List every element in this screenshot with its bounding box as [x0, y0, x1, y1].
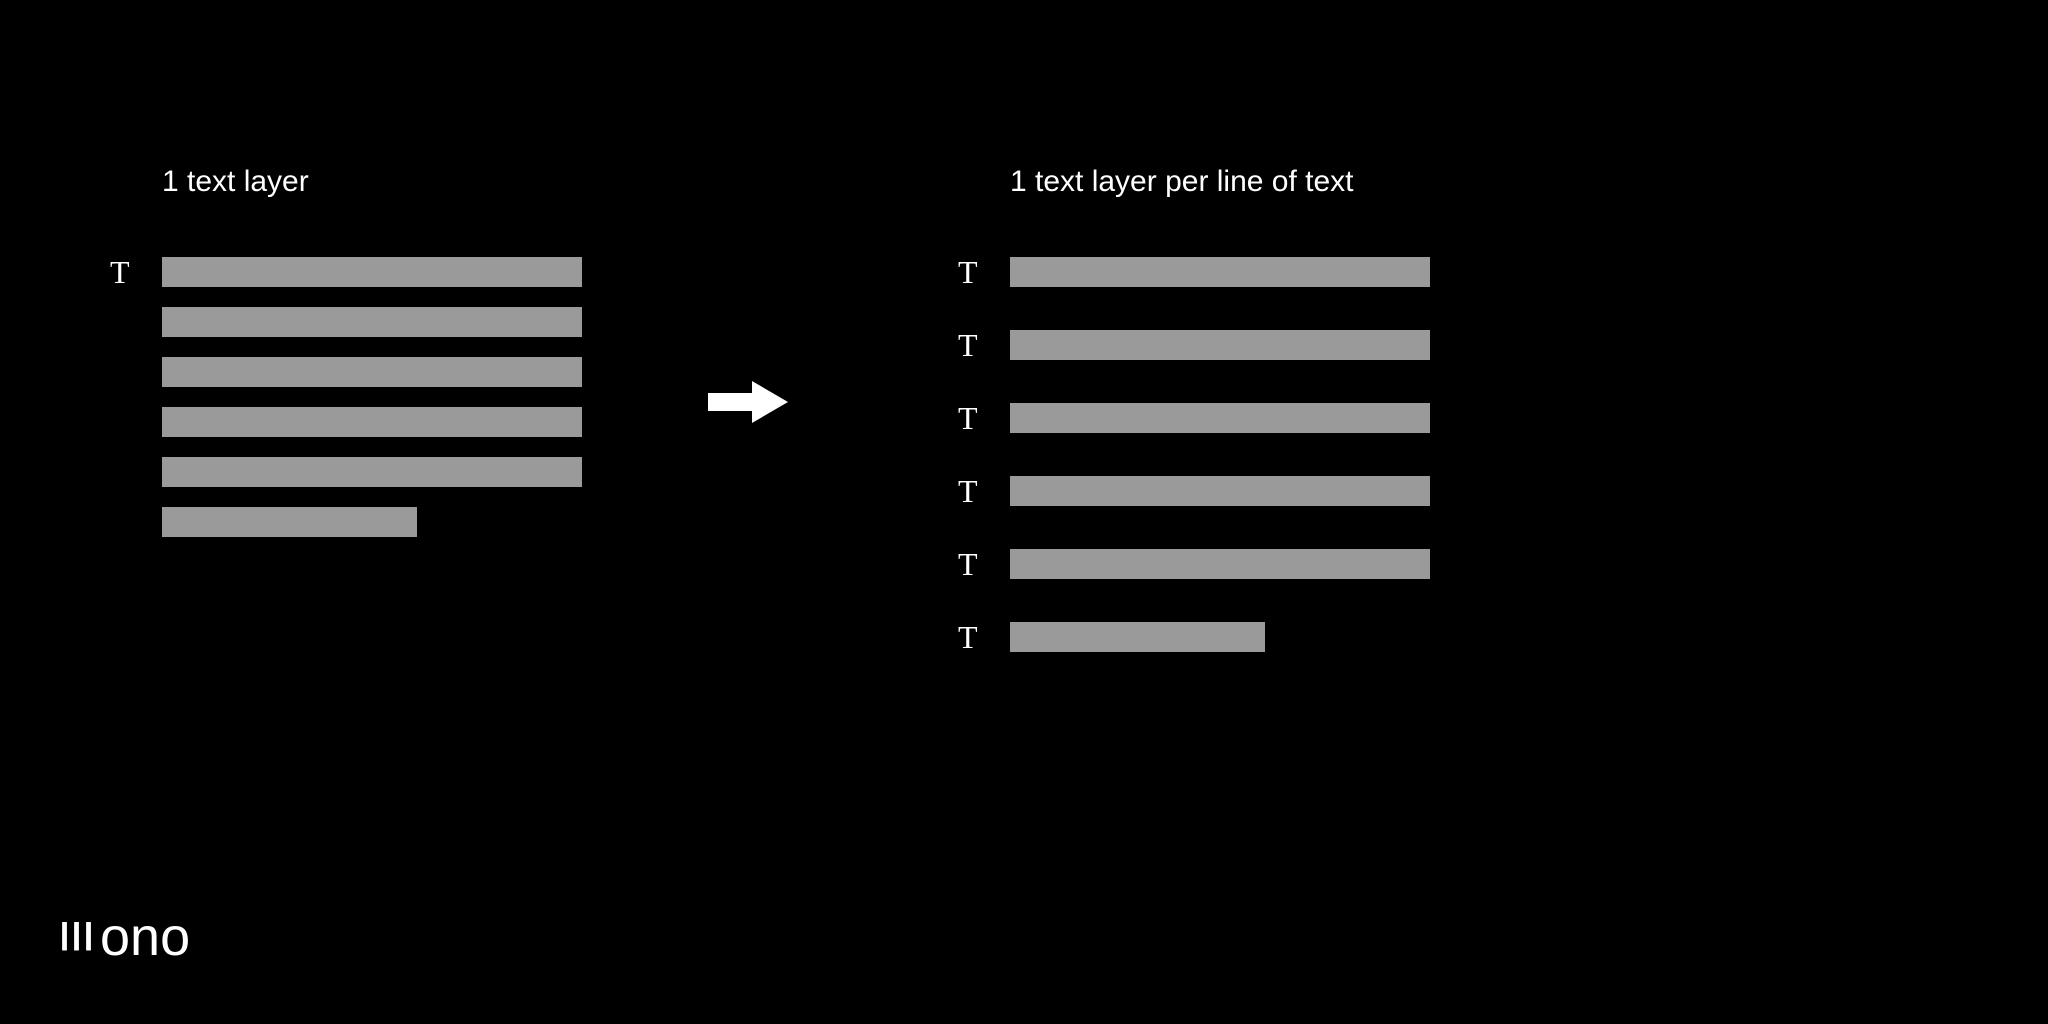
text-line-bar: [1010, 330, 1430, 360]
layer-row: T: [958, 403, 1430, 433]
text-line-bar: [1010, 476, 1430, 506]
logo-text: ono: [100, 907, 190, 967]
text-layer-icon: T: [958, 402, 1010, 434]
text-line-bar: [1010, 549, 1430, 579]
layer-row: T: [110, 357, 582, 387]
text-line-bar: [162, 457, 582, 487]
text-line-bar: [1010, 257, 1430, 287]
text-line-bar: [1010, 403, 1430, 433]
layer-row: T: [958, 257, 1430, 287]
layer-row: T: [958, 622, 1430, 652]
layer-row: T: [110, 507, 582, 537]
layer-row: T: [110, 257, 582, 287]
text-line-bar: [162, 257, 582, 287]
layer-row: T: [110, 307, 582, 337]
text-line-bar: [162, 357, 582, 387]
text-line-bar: [1010, 622, 1265, 652]
text-layer-icon: T: [958, 329, 1010, 361]
layer-row: T: [110, 407, 582, 437]
panel-before-title: 1 text layer: [162, 165, 309, 199]
logo-glyph-icon: ııı: [60, 909, 96, 971]
text-line-bar: [162, 307, 582, 337]
text-layer-icon: T: [958, 256, 1010, 288]
panel-after-title: 1 text layer per line of text: [1010, 165, 1354, 199]
layer-row: T: [958, 549, 1430, 579]
text-line-bar: [162, 407, 582, 437]
text-layer-icon: T: [958, 475, 1010, 507]
layer-row: T: [958, 476, 1430, 506]
text-line-bar: [162, 507, 417, 537]
text-layer-icon: T: [958, 548, 1010, 580]
layer-row: T: [958, 330, 1430, 360]
text-layer-icon: T: [958, 621, 1010, 653]
panel-before-rows: TTTTTT: [110, 257, 582, 557]
brand-logo: ıııono: [60, 906, 190, 968]
arrow-right-icon: [708, 377, 788, 427]
text-layer-icon: T: [110, 256, 162, 288]
layer-row: T: [110, 457, 582, 487]
panel-after-rows: T T T T T T: [958, 257, 1430, 695]
